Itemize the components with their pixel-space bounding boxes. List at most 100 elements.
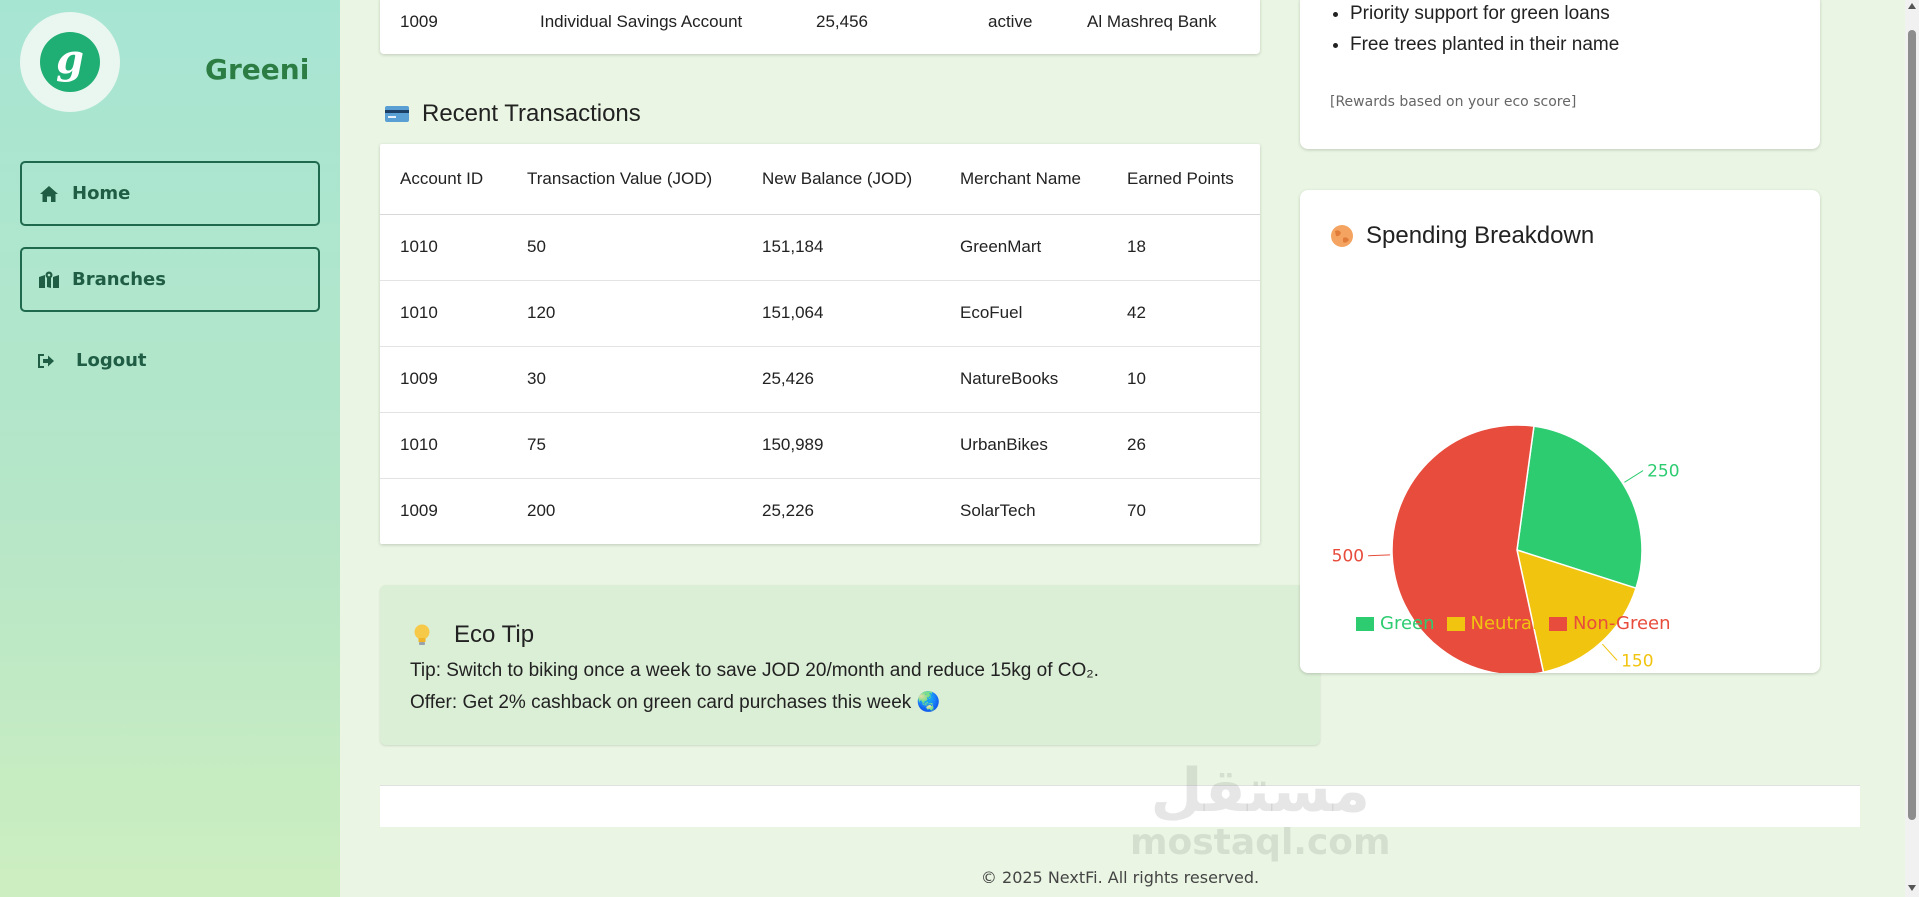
home-icon xyxy=(38,183,60,205)
legend-item-neutral[interactable]: Neutral xyxy=(1446,613,1537,634)
rewards-list: Priority support for green loans Free tr… xyxy=(1350,2,1619,64)
list-item: Priority support for green loans xyxy=(1350,2,1619,26)
account-status: active xyxy=(988,12,1033,31)
legend-swatch xyxy=(1356,616,1374,631)
legend-swatch xyxy=(1446,616,1465,631)
scroll-up-arrow-icon[interactable] xyxy=(1908,3,1916,9)
sidebar: g Greeni Home Branches Logout xyxy=(0,0,340,897)
table-cell: 150,989 xyxy=(762,412,960,479)
table-cell: 1010 xyxy=(380,214,527,281)
table-cell: NatureBooks xyxy=(960,346,1127,413)
lightbulb-icon xyxy=(412,623,432,647)
eco-tip-card: Eco Tip Tip: Switch to biking once a wee… xyxy=(380,585,1320,745)
table-cell: UrbanBikes xyxy=(960,412,1127,479)
scrollbar-thumb[interactable] xyxy=(1908,30,1916,820)
table-row: 1010 120 151,064 EcoFuel 42 xyxy=(380,280,1260,347)
table-cell: 50 xyxy=(527,214,762,281)
table-cell: 1009 xyxy=(380,346,527,413)
watermark-text: mostaql.com xyxy=(1130,822,1391,863)
table-cell: 25,226 xyxy=(762,501,814,521)
eco-tip-text: Tip: Switch to biking once a week to sav… xyxy=(410,660,1099,681)
table-cell: 1010 xyxy=(380,280,527,347)
column-header: Merchant Name xyxy=(960,144,1127,215)
sign-out-icon xyxy=(36,352,56,370)
table-cell: 151,184 xyxy=(762,214,960,281)
table-cell: 1010 xyxy=(380,412,527,479)
chart-legend: Green Neutral Non-Green xyxy=(1356,613,1683,634)
nav-branches-button[interactable]: Branches xyxy=(20,247,320,312)
account-type: Individual Savings Account xyxy=(540,12,743,31)
table-header-row: Account ID Transaction Value (JOD) New B… xyxy=(380,144,1260,215)
table-cell: 120 xyxy=(527,280,762,347)
table-cell: 42 xyxy=(1127,280,1260,347)
nav-logout-button[interactable]: Logout xyxy=(36,350,147,371)
legend-item-green[interactable]: Green xyxy=(1356,613,1435,634)
table-row: 1009 200 25,226 SolarTech 70 xyxy=(380,478,1260,544)
table-cell: GreenMart xyxy=(960,214,1127,281)
rewards-card: Priority support for green loans Free tr… xyxy=(1300,0,1820,149)
account-balance: 25,456 xyxy=(816,12,868,31)
spending-heading: Spending Breakdown xyxy=(1330,222,1594,250)
column-header: Account ID xyxy=(380,144,527,215)
watermark-arabic: مستقل xyxy=(1150,756,1370,826)
logo-mark: g xyxy=(40,32,100,92)
column-header: Earned Points xyxy=(1127,144,1260,215)
table-cell: 200 xyxy=(527,501,556,521)
map-pin-icon xyxy=(38,269,60,291)
nav-home-label: Home xyxy=(72,183,131,204)
watermark: مستقل mostaql.com xyxy=(1130,758,1391,862)
table-cell: SolarTech xyxy=(960,501,1036,521)
table-cell: 26 xyxy=(1127,412,1260,479)
nav-home-button[interactable]: Home xyxy=(20,161,320,226)
table-row: 1010 75 150,989 UrbanBikes 26 xyxy=(380,412,1260,479)
brand-name: Greeni xyxy=(205,53,310,86)
table-cell: 30 xyxy=(527,346,762,413)
nav-logout-label: Logout xyxy=(76,350,147,371)
table-cell: 10 xyxy=(1127,346,1260,413)
account-id: 1009 xyxy=(400,12,438,31)
pie-data-label: 250 xyxy=(1647,462,1679,482)
accounts-table: 1009 Individual Savings Account 25,456 a… xyxy=(380,0,1260,54)
column-header: New Balance (JOD) xyxy=(762,144,960,215)
table-cell: 18 xyxy=(1127,214,1260,281)
table-row: 1010 50 151,184 GreenMart 18 xyxy=(380,214,1260,281)
footer-copyright: © 2025 NextFi. All rights reserved. xyxy=(980,868,1260,887)
list-item: Free trees planted in their name xyxy=(1350,33,1619,57)
eco-tip-heading: Eco Tip xyxy=(412,621,534,649)
legend-swatch xyxy=(1548,616,1567,631)
transactions-heading: Recent Transactions xyxy=(384,100,641,128)
globe-icon xyxy=(1330,224,1354,248)
table-row: 1009 30 25,426 NatureBooks 10 xyxy=(380,346,1260,413)
table-cell: 75 xyxy=(527,412,762,479)
column-header: Transaction Value (JOD) xyxy=(527,144,762,215)
logo: g xyxy=(20,12,120,112)
pie-label-line xyxy=(1624,470,1644,483)
table-cell: EcoFuel xyxy=(960,280,1127,347)
eco-tip-title: Eco Tip xyxy=(454,621,535,648)
credit-card-icon xyxy=(384,104,410,124)
rewards-note: [Rewards based on your eco score] xyxy=(1330,94,1577,110)
table-cell: 25,426 xyxy=(762,346,960,413)
transactions-title: Recent Transactions xyxy=(422,100,641,127)
table-cell: 1009 xyxy=(400,501,438,521)
spending-card: 250 150 500 Spending Breakdown Green Neutra… xyxy=(1300,190,1820,673)
pie-data-label: 150 xyxy=(1621,651,1653,671)
transactions-table: Account ID Transaction Value (JOD) New B… xyxy=(380,144,1260,544)
scrollbar[interactable] xyxy=(1905,0,1919,897)
pie-chart: 250 150 500 xyxy=(1332,424,1680,673)
pie-label-line xyxy=(1368,554,1391,557)
table-cell: 151,064 xyxy=(762,280,960,347)
main-content: 1009 Individual Savings Account 25,456 a… xyxy=(340,0,1905,897)
eco-offer-text: Offer: Get 2% cashback on green card pur… xyxy=(410,692,941,713)
spending-title: Spending Breakdown xyxy=(1366,222,1595,249)
legend-label: Non-Green xyxy=(1572,613,1671,634)
table-cell: 70 xyxy=(1127,501,1146,521)
scroll-down-arrow-icon[interactable] xyxy=(1908,885,1916,891)
nav-branches-label: Branches xyxy=(72,269,166,290)
bottom-bar xyxy=(380,785,1860,827)
account-bank: Al Mashreq Bank xyxy=(1087,12,1217,31)
legend-item-non-green[interactable]: Non-Green xyxy=(1548,613,1671,634)
pie-label-line xyxy=(1601,643,1618,661)
logo-letter: g xyxy=(56,36,84,83)
legend-label: Green xyxy=(1380,613,1435,634)
